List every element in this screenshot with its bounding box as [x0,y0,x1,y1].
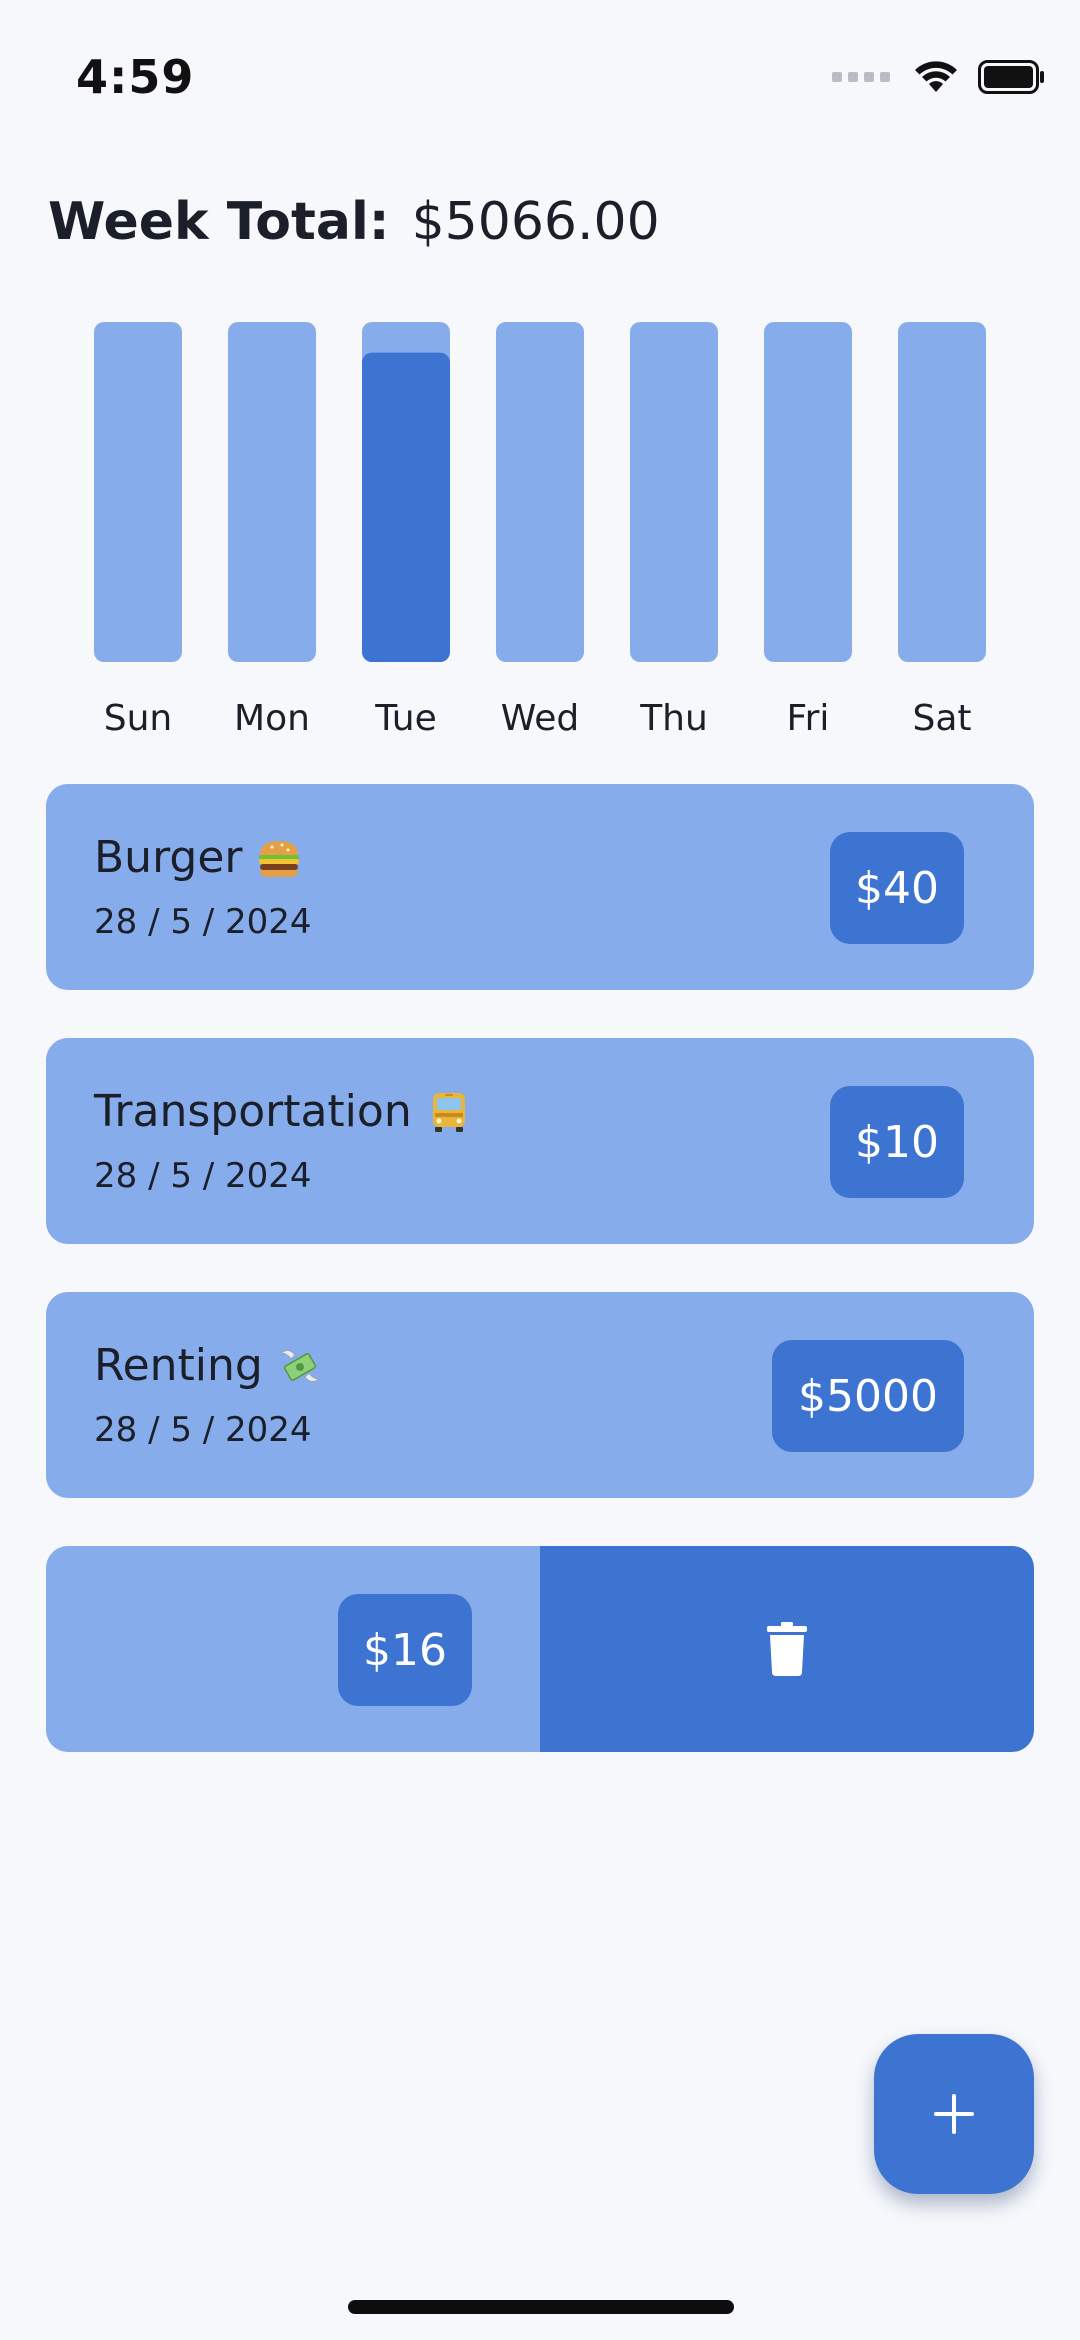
expense-date: 28 / 5 / 2024 [94,1156,312,1196]
expense-title-row: Transportation [94,1086,472,1137]
delete-action[interactable] [540,1546,1034,1752]
chart-bar-track [94,322,182,662]
expense-amount-badge: $40 [830,832,964,944]
expense-title: Renting [94,1340,263,1391]
week-total-value: $5066.00 [411,192,660,252]
chart-bar-track [764,322,852,662]
chart-day-label: Mon [234,698,310,739]
burger-emoji-icon [259,840,300,877]
chart-day-label: Sat [912,698,971,739]
wifi-icon [915,61,957,92]
chart-bar-fill [362,352,450,662]
expense-title-row: Burger [94,832,302,883]
chart-day-label: Thu [639,698,708,739]
expense-amount-badge: $5000 [772,1340,964,1452]
week-total-label: Week Total: [48,192,390,252]
expense-card[interactable]: Renting 28 / 5 / 2024 $5000 [46,1292,1034,1498]
cellular-signal-icon [832,72,890,82]
battery-icon [978,60,1044,94]
bus-emoji-icon [432,1092,465,1132]
chart-bar-track [630,322,718,662]
chart-day-label: Sun [104,698,172,739]
chart-bar-track [496,322,584,662]
chart-bar-track [228,322,316,662]
home-indicator [348,2300,734,2314]
expense-title: Transportation [94,1086,412,1137]
chart-bar-track [898,322,986,662]
expense-amount-badge: $16 [338,1594,472,1706]
weekly-bar-chart: Sun Mon Tue Wed Thu Fri Sat [0,320,1080,740]
chart-day-label: Wed [501,698,580,739]
trash-icon [767,1622,807,1676]
status-bar: 4:59 [0,0,1080,160]
money-wings-emoji-icon [279,1349,321,1382]
expense-title: Burger [94,832,243,883]
expense-card[interactable]: Transportation 28 / 5 / 2024 $10 [46,1038,1034,1244]
plus-icon [934,2094,974,2134]
expense-amount-badge: $10 [830,1086,964,1198]
expense-card[interactable]: Burger 28 / 5 / 2024 $40 [46,784,1034,990]
chart-day-label: Tue [374,698,437,739]
chart-day-label: Fri [787,698,830,739]
swiped-expense-card[interactable]: $16 [46,1546,1034,1752]
expense-date: 28 / 5 / 2024 [94,902,312,942]
status-time: 4:59 [76,50,195,104]
status-icons [832,60,1046,94]
week-total: Week Total: $5066.00 [48,192,660,252]
expense-title-row: Renting [94,1340,323,1391]
add-expense-button[interactable] [874,2034,1034,2194]
expense-date: 28 / 5 / 2024 [94,1410,312,1450]
chart-svg: Sun Mon Tue Wed Thu Fri Sat [94,322,986,739]
